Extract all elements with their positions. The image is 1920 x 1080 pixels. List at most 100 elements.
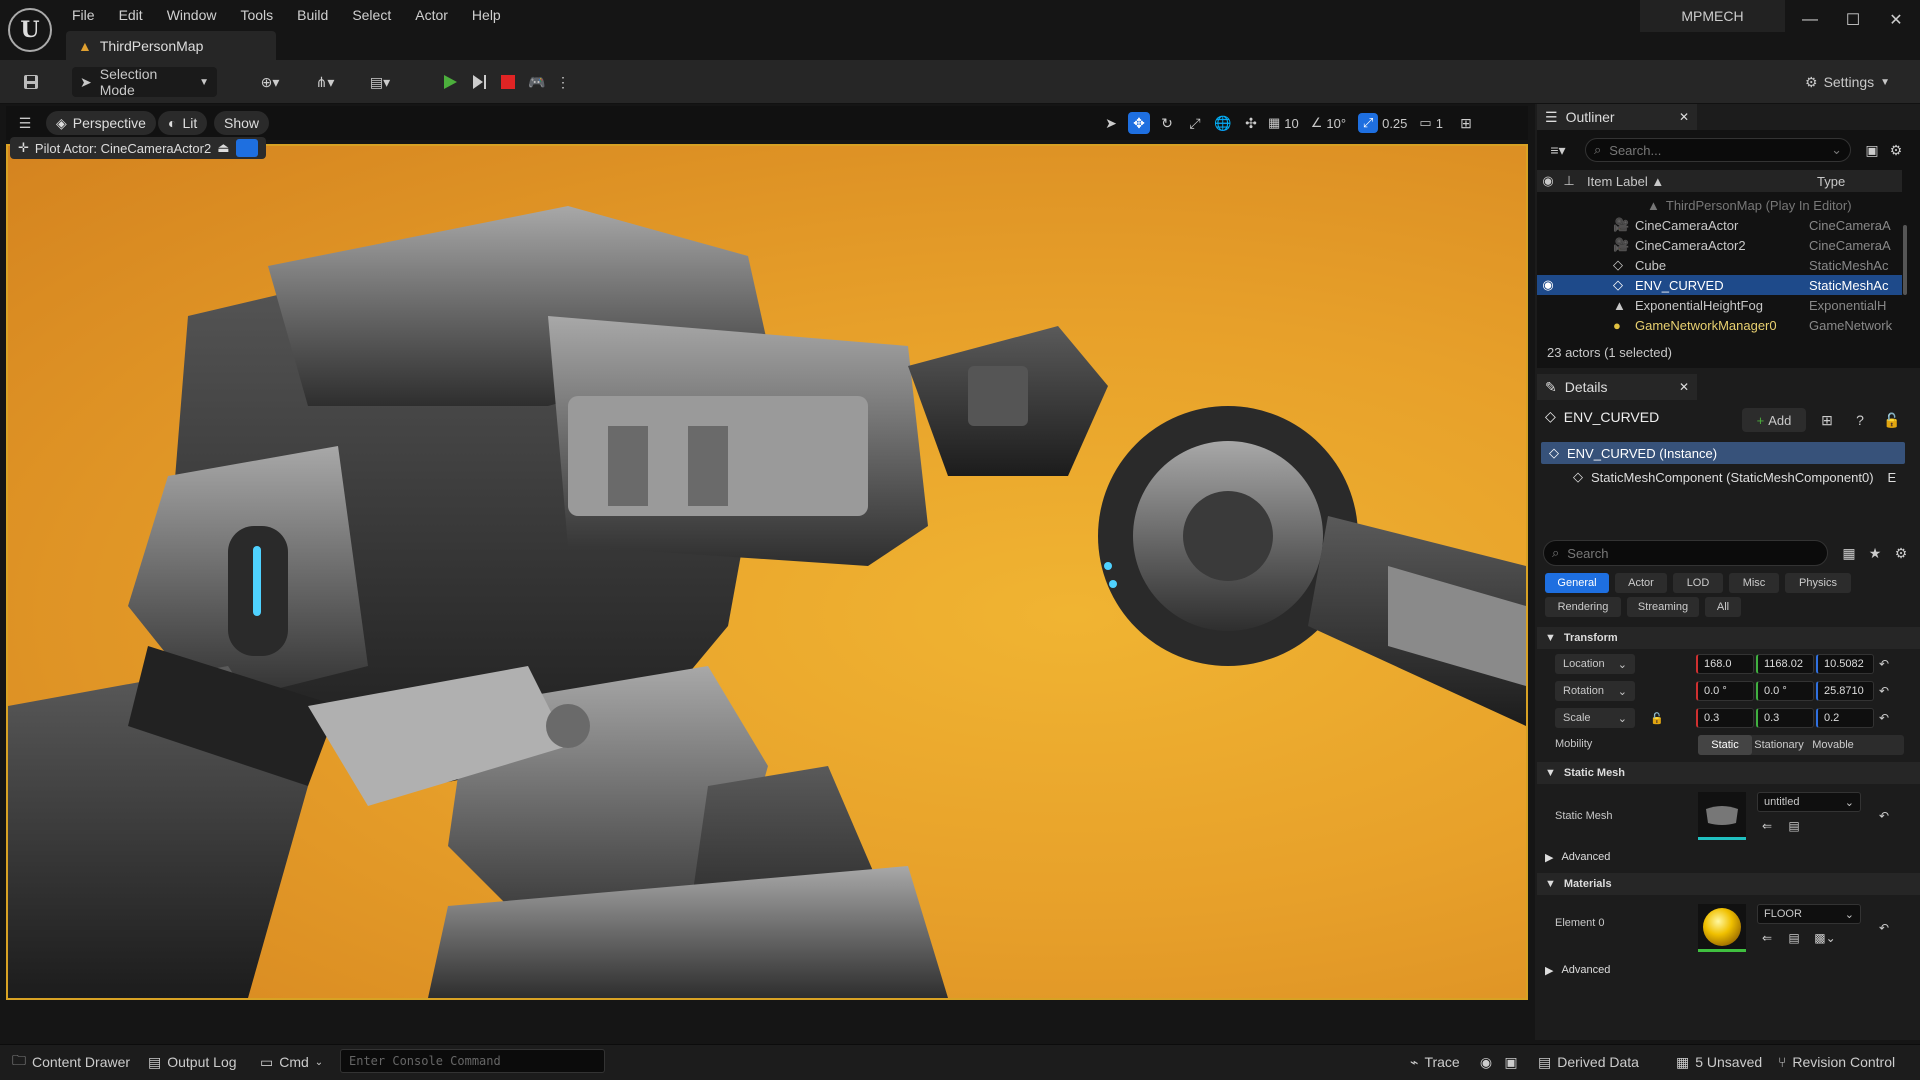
reset-icon[interactable]: ↶ xyxy=(1876,654,1892,674)
reset-icon[interactable]: ↶ xyxy=(1876,681,1892,701)
rotate-tool-icon[interactable]: ↻ xyxy=(1156,112,1178,134)
help-icon[interactable]: ? xyxy=(1848,408,1872,432)
scale-tool-icon[interactable]: ⤢ xyxy=(1184,112,1206,134)
outliner-search-input[interactable]: ⌕ Search... ⌄ xyxy=(1585,138,1851,162)
static-mesh-dropdown[interactable]: untitled ⌄ xyxy=(1757,792,1861,812)
trace-button[interactable]: ⌁ Trace xyxy=(1410,1044,1460,1080)
unreal-logo-icon[interactable]: U xyxy=(8,8,52,52)
material-options-icon[interactable]: ▩⌄ xyxy=(1811,928,1839,948)
rotation-y-field[interactable]: 0.0 ° xyxy=(1756,681,1814,701)
browse-icon[interactable]: ▤ xyxy=(1784,816,1804,836)
surface-snap-icon[interactable]: ✣ xyxy=(1240,112,1262,134)
outliner-root-row[interactable]: ▲ ThirdPersonMap (Play In Editor) xyxy=(1537,195,1902,215)
browse-icon[interactable]: ▤ xyxy=(1784,928,1804,948)
advanced-toggle[interactable]: ▶ Advanced xyxy=(1537,846,1920,868)
mobility-movable[interactable]: Movable xyxy=(1806,735,1860,755)
material-dropdown[interactable]: FLOOR ⌄ xyxy=(1757,904,1861,924)
filter-physics[interactable]: Physics xyxy=(1785,573,1851,593)
screenshot-icon[interactable]: ▣ xyxy=(1500,1050,1522,1074)
blueprint-add-icon[interactable]: ⊞ xyxy=(1815,408,1839,432)
content-drawer-button[interactable]: 🗀 Content Drawer xyxy=(12,1044,130,1080)
rotation-dropdown[interactable]: Rotation ⌄ xyxy=(1555,681,1635,701)
mobility-stationary[interactable]: Stationary xyxy=(1752,735,1806,755)
lock-icon[interactable]: 🔓 xyxy=(1880,408,1904,432)
menu-select[interactable]: Select xyxy=(340,7,403,23)
cmd-dropdown[interactable]: ▭ Cmd ⌄ xyxy=(260,1044,323,1080)
menu-file[interactable]: File xyxy=(60,7,107,23)
close-window-icon[interactable]: ✕ xyxy=(1876,8,1916,32)
revision-control-button[interactable]: ⑂ Revision Control xyxy=(1778,1044,1895,1080)
filter-general[interactable]: General xyxy=(1545,573,1609,593)
output-log-button[interactable]: ▤ Output Log xyxy=(148,1044,237,1080)
filter-actor[interactable]: Actor xyxy=(1615,573,1667,593)
menu-tools[interactable]: Tools xyxy=(228,7,285,23)
more-options-icon[interactable]: ⋮ xyxy=(556,67,570,97)
maximize-icon[interactable]: ☐ xyxy=(1833,8,1873,32)
camera-icon[interactable] xyxy=(235,139,258,157)
outliner-row[interactable]: ● GameNetworkManager0 GameNetwork xyxy=(1537,315,1902,335)
close-icon[interactable]: ✕ xyxy=(1679,380,1689,394)
details-tab[interactable]: ✎ Details ✕ xyxy=(1537,374,1697,400)
menu-window[interactable]: Window xyxy=(155,7,229,23)
scale-x-field[interactable]: 0.3 xyxy=(1696,708,1754,728)
instance-row[interactable]: ◇ ENV_CURVED (Instance) xyxy=(1541,442,1905,464)
select-tool-icon[interactable]: ➤ xyxy=(1100,112,1122,134)
world-space-icon[interactable]: 🌐 xyxy=(1212,112,1234,134)
outliner-row-selected[interactable]: ◉ ◇ ENV_CURVED StaticMeshAc xyxy=(1537,275,1902,295)
table-view-icon[interactable]: ▦ xyxy=(1838,541,1860,565)
outliner-row[interactable]: ◇ Cube StaticMeshAc xyxy=(1537,255,1902,275)
use-selected-icon[interactable]: ⇐ xyxy=(1757,816,1777,836)
hamburger-menu-icon[interactable]: ☰ xyxy=(14,112,36,134)
details-search-input[interactable]: ⌕ Search xyxy=(1543,540,1828,566)
step-icon[interactable] xyxy=(467,67,491,97)
console-input[interactable]: Enter Console Command xyxy=(340,1049,605,1073)
map-tab[interactable]: ▲ ThirdPersonMap xyxy=(66,31,276,60)
filter-all[interactable]: All xyxy=(1705,597,1741,617)
grid-snap-button[interactable]: ▦ 10 xyxy=(1268,115,1299,131)
viewport-layout-icon[interactable]: ⊞ xyxy=(1455,112,1477,134)
derived-data-button[interactable]: ▤ Derived Data xyxy=(1538,1044,1639,1080)
save-icon[interactable] xyxy=(16,67,46,97)
outliner-row[interactable]: 🎥 CineCameraActor CineCameraA xyxy=(1537,215,1902,235)
unsaved-button[interactable]: ▦ 5 Unsaved xyxy=(1676,1044,1762,1080)
scale-y-field[interactable]: 0.3 xyxy=(1756,708,1814,728)
scale-z-field[interactable]: 0.2 xyxy=(1816,708,1874,728)
add-component-button[interactable]: + Add xyxy=(1742,408,1806,432)
materials-section[interactable]: ▼ Materials xyxy=(1537,873,1920,895)
menu-help[interactable]: Help xyxy=(460,7,513,23)
location-dropdown[interactable]: Location ⌄ xyxy=(1555,654,1635,674)
outliner-row[interactable]: ▲ ExponentialHeightFog ExponentialH xyxy=(1537,295,1902,315)
stop-icon[interactable] xyxy=(496,67,520,97)
scale-lock-icon[interactable]: 🔓 xyxy=(1648,708,1666,728)
menu-actor[interactable]: Actor xyxy=(403,7,460,23)
filter-lod[interactable]: LOD xyxy=(1673,573,1723,593)
component-row[interactable]: ◇ StaticMeshComponent (StaticMeshCompone… xyxy=(1541,466,1905,488)
location-z-field[interactable]: 10.5082 xyxy=(1816,654,1874,674)
reset-icon[interactable]: ↶ xyxy=(1876,918,1892,938)
item-label-column[interactable]: Item Label ▲ xyxy=(1579,174,1807,189)
filter-rendering[interactable]: Rendering xyxy=(1545,597,1621,617)
lit-button[interactable]: ◐ Lit xyxy=(158,111,208,135)
cinematics-icon[interactable]: ▤▾ xyxy=(360,67,400,97)
close-icon[interactable]: ✕ xyxy=(1679,110,1689,124)
reset-icon[interactable]: ↶ xyxy=(1876,708,1892,728)
translate-tool-icon[interactable]: ✥ xyxy=(1128,112,1150,134)
location-y-field[interactable]: 1168.02 xyxy=(1756,654,1814,674)
visibility-icon[interactable]: ◉ xyxy=(1537,277,1559,293)
rotation-x-field[interactable]: 0.0 ° xyxy=(1696,681,1754,701)
selection-mode-dropdown[interactable]: ➤ Selection Mode ▼ xyxy=(72,66,217,98)
rotation-snap-button[interactable]: ∠ 10° xyxy=(1311,115,1346,131)
filter-icon[interactable]: ≡▾ xyxy=(1542,138,1574,162)
material-thumbnail[interactable] xyxy=(1698,904,1746,952)
level-viewport[interactable] xyxy=(6,144,1528,1000)
details-settings-icon[interactable]: ⚙ xyxy=(1890,541,1912,565)
outliner-tab[interactable]: ☰ Outliner ✕ xyxy=(1537,104,1697,130)
mobility-static[interactable]: Static xyxy=(1698,735,1752,755)
outliner-row[interactable]: 🎥 CineCameraActor2 CineCameraA xyxy=(1537,235,1902,255)
eject-icon[interactable]: ⏏ xyxy=(217,140,229,156)
rotation-z-field[interactable]: 25.8710 xyxy=(1816,681,1874,701)
perspective-button[interactable]: ◈ Perspective xyxy=(46,111,156,135)
scale-snap-button[interactable]: ⤢ 0.25 xyxy=(1358,113,1407,133)
type-column[interactable]: Type xyxy=(1807,174,1845,189)
gamepad-icon[interactable]: 🎮 xyxy=(525,67,549,97)
